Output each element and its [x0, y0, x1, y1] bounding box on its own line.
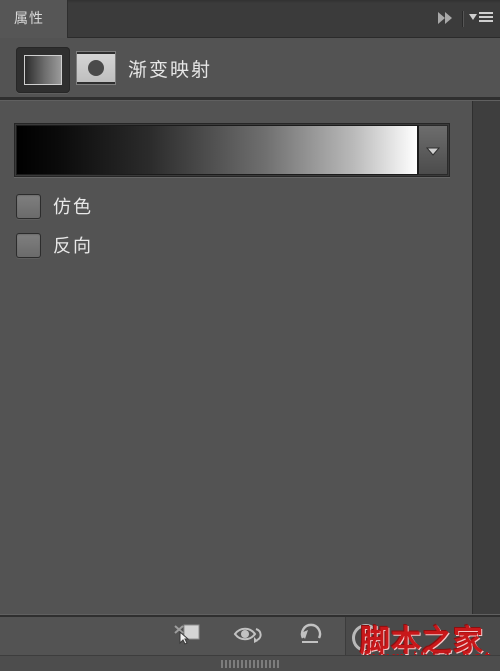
panel-content: 仿色 反向: [0, 101, 472, 616]
clip-to-layer-button[interactable]: [170, 621, 204, 651]
tab-properties-label: 属性: [14, 11, 44, 27]
panel-resize-grip[interactable]: [0, 655, 500, 671]
chevron-down-icon: [425, 141, 441, 160]
collapse-panel-button[interactable]: [430, 4, 460, 34]
adjustment-layer-thumbnail[interactable]: [16, 47, 70, 93]
dither-label: 仿色: [53, 197, 93, 218]
reset-button[interactable]: [294, 621, 328, 651]
option-dither[interactable]: 仿色: [16, 193, 93, 219]
panel-bottom-toolbar: [0, 617, 500, 655]
layer-mask-thumbnail[interactable]: [76, 51, 116, 85]
reverse-label: 反向: [53, 236, 93, 257]
gradient-preset-dropdown-button[interactable]: [418, 125, 448, 175]
reverse-checkbox[interactable]: [16, 232, 41, 258]
panel-title-controls: [430, 0, 496, 38]
dither-checkbox[interactable]: [16, 193, 41, 219]
bottom-toolbar-icons: [170, 617, 328, 655]
panel-menu-button[interactable]: [466, 4, 496, 34]
panel-right-rail: [472, 101, 500, 616]
adjustment-header: [0, 39, 500, 97]
adjustment-title: 渐变映射: [128, 59, 213, 81]
tab-properties[interactable]: 属性: [0, 0, 68, 38]
gradient-map-thumbnail-icon: [24, 55, 62, 85]
reset-icon: [297, 622, 325, 650]
toggle-layer-visibility-icon: [233, 623, 265, 649]
grip-lines-icon: [221, 660, 279, 668]
panel-titlebar: 属性: [0, 0, 500, 38]
gradient-control-row: [14, 123, 450, 177]
layer-mask-thumbnail-icon: [88, 60, 104, 76]
bottom-toolbar-right-area: [345, 617, 500, 655]
gradient-preview-swatch[interactable]: [16, 125, 418, 175]
panel-menu-icon: [468, 10, 494, 29]
gradient-frame: [14, 123, 450, 177]
toggle-preview-button[interactable]: [232, 621, 266, 651]
title-divider: [462, 11, 464, 27]
properties-panel: 属性 渐变映射 仿色 反向 脚本之家: [0, 0, 500, 671]
double-chevron-right-icon: [435, 10, 455, 29]
clip-to-layer-icon: [172, 622, 202, 650]
option-reverse[interactable]: 反向: [16, 232, 93, 258]
